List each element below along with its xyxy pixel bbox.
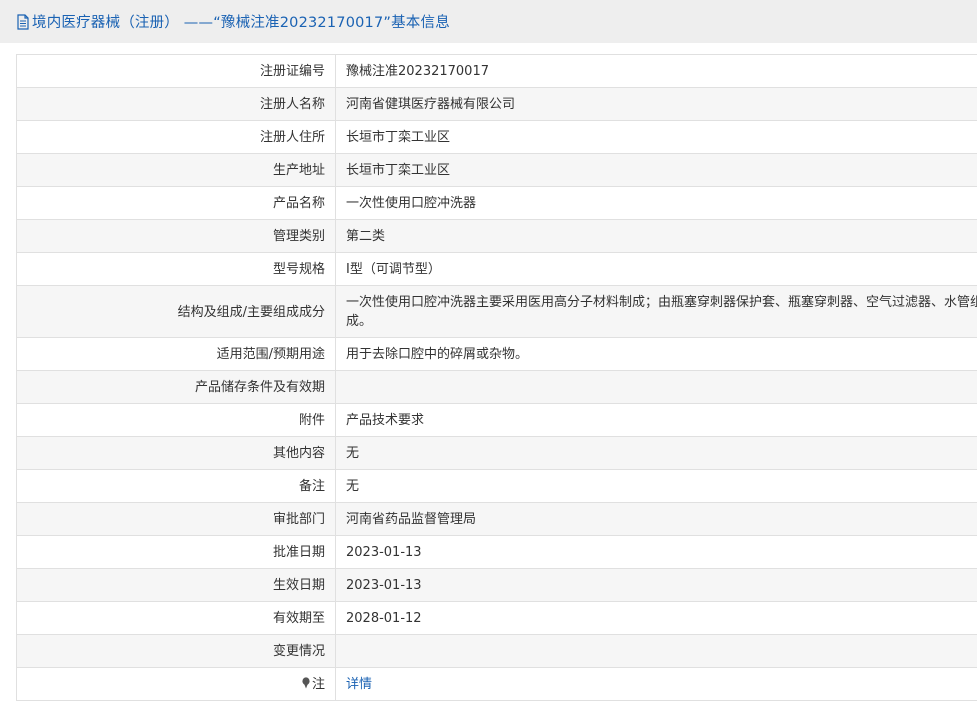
row-value: 无 [335, 436, 977, 470]
row-value: 一次性使用口腔冲洗器主要采用医用高分子材料制成；由瓶塞穿刺器保护套、瓶塞穿刺器、… [335, 285, 977, 338]
info-table: 注册证编号 豫械注准20232170017 注册人名称 河南省健琪医疗器械有限公… [16, 54, 977, 701]
row-label: 批准日期 [16, 535, 336, 569]
table-row: 结构及组成/主要组成成分 一次性使用口腔冲洗器主要采用医用高分子材料制成；由瓶塞… [16, 285, 977, 338]
row-label: 管理类别 [16, 219, 336, 253]
row-value: 第二类 [335, 219, 977, 253]
table-row: 批准日期 2023-01-13 [16, 535, 977, 569]
table-row: 型号规格 Ⅰ型（可调节型） [16, 252, 977, 286]
row-value: 一次性使用口腔冲洗器 [335, 186, 977, 220]
row-value: 河南省健琪医疗器械有限公司 [335, 87, 977, 121]
row-value: 2023-01-13 [335, 535, 977, 569]
row-value: 产品技术要求 [335, 403, 977, 437]
page-header: 境内医疗器械（注册） ——“豫械注准20232170017”基本信息 [0, 0, 977, 43]
row-label: 注册证编号 [16, 54, 336, 88]
document-icon [17, 13, 29, 30]
row-value [335, 370, 977, 404]
row-label: 生效日期 [16, 568, 336, 602]
row-label: 注册人名称 [16, 87, 336, 121]
note-value: 详情 [335, 667, 977, 701]
row-label: 有效期至 [16, 601, 336, 635]
row-value: 长垣市丁栾工业区 [335, 153, 977, 187]
row-label: 注册人住所 [16, 120, 336, 154]
pin-icon [302, 677, 310, 689]
table-row: 适用范围/预期用途 用于去除口腔中的碎屑或杂物。 [16, 337, 977, 371]
row-value: 长垣市丁栾工业区 [335, 120, 977, 154]
row-label: 审批部门 [16, 502, 336, 536]
table-row: 有效期至 2028-01-12 [16, 601, 977, 635]
table-row: 其他内容 无 [16, 436, 977, 470]
row-label: 生产地址 [16, 153, 336, 187]
row-label: 其他内容 [16, 436, 336, 470]
row-label: 附件 [16, 403, 336, 437]
table-row: 备注 无 [16, 469, 977, 503]
table-row: 变更情况 [16, 634, 977, 668]
page-title: 境内医疗器械（注册） ——“豫械注准20232170017”基本信息 [32, 15, 450, 31]
table-row: 附件 产品技术要求 [16, 403, 977, 437]
row-label: 型号规格 [16, 252, 336, 286]
row-value: 2023-01-13 [335, 568, 977, 602]
table-row: 产品名称 一次性使用口腔冲洗器 [16, 186, 977, 220]
row-label: 结构及组成/主要组成成分 [16, 285, 336, 338]
row-label: 适用范围/预期用途 [16, 337, 336, 371]
table-row: 审批部门 河南省药品监督管理局 [16, 502, 977, 536]
row-value: 用于去除口腔中的碎屑或杂物。 [335, 337, 977, 371]
table-row: 生效日期 2023-01-13 [16, 568, 977, 602]
table-row: 生产地址 长垣市丁栾工业区 [16, 153, 977, 187]
details-link[interactable]: 详情 [346, 677, 372, 692]
table-row: 管理类别 第二类 [16, 219, 977, 253]
row-value: Ⅰ型（可调节型） [335, 252, 977, 286]
note-label: 注 [311, 677, 325, 692]
table-row: 产品储存条件及有效期 [16, 370, 977, 404]
table-row: 注册证编号 豫械注准20232170017 [16, 54, 977, 88]
row-value: 无 [335, 469, 977, 503]
info-table-container: 注册证编号 豫械注准20232170017 注册人名称 河南省健琪医疗器械有限公… [16, 54, 977, 725]
note-row: 注 详情 [16, 667, 977, 701]
row-value: 豫械注准20232170017 [335, 54, 977, 88]
row-value-text: 一次性使用口腔冲洗器主要采用医用高分子材料制成；由瓶塞穿刺器保护套、瓶塞穿刺器、… [346, 295, 977, 329]
row-label: 备注 [16, 469, 336, 503]
row-label: 产品储存条件及有效期 [16, 370, 336, 404]
note-label-cell: 注 [16, 667, 336, 701]
row-value [335, 634, 977, 668]
row-value: 河南省药品监督管理局 [335, 502, 977, 536]
table-row: 注册人名称 河南省健琪医疗器械有限公司 [16, 87, 977, 121]
row-label: 产品名称 [16, 186, 336, 220]
row-value: 2028-01-12 [335, 601, 977, 635]
table-row: 注册人住所 长垣市丁栾工业区 [16, 120, 977, 154]
row-label: 变更情况 [16, 634, 336, 668]
